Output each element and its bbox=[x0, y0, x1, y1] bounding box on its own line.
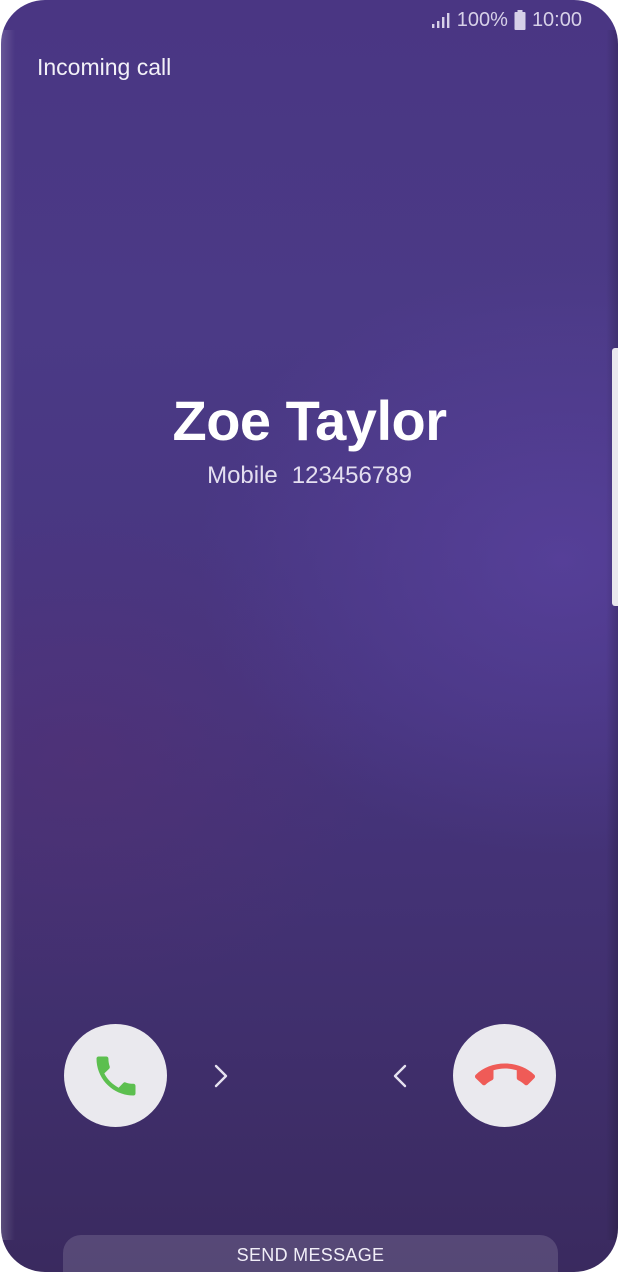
accept-call-button[interactable] bbox=[64, 1024, 167, 1127]
decline-call-button[interactable] bbox=[453, 1024, 556, 1127]
incoming-call-screen: 100% 10:00 Incoming call Zoe Taylor Mobi… bbox=[1, 0, 618, 1272]
caller-number: 123456789 bbox=[291, 462, 412, 489]
phone-decline-icon bbox=[474, 1063, 535, 1085]
swipe-left-chevron-icon bbox=[393, 1064, 407, 1088]
battery-level: 100% bbox=[456, 8, 508, 31]
status-bar: 100% 10:00 bbox=[431, 6, 582, 34]
edge-panel-handle[interactable] bbox=[612, 348, 618, 606]
clock: 10:00 bbox=[531, 8, 582, 31]
caller-number-line: Mobile 123456789 bbox=[1, 462, 618, 490]
phone-accept-icon bbox=[96, 1056, 135, 1095]
caller-name: Zoe Taylor bbox=[172, 389, 447, 452]
number-type: Mobile bbox=[207, 462, 278, 489]
incoming-call-title: Incoming call bbox=[37, 54, 172, 80]
signal-bars-icon bbox=[431, 13, 450, 28]
screen-edge-right bbox=[606, 30, 618, 1240]
screen-edge-left bbox=[1, 30, 15, 1240]
swipe-right-chevron-icon bbox=[214, 1064, 228, 1088]
battery-icon bbox=[514, 10, 526, 30]
send-message-button[interactable]: SEND MESSAGE bbox=[63, 1235, 558, 1272]
